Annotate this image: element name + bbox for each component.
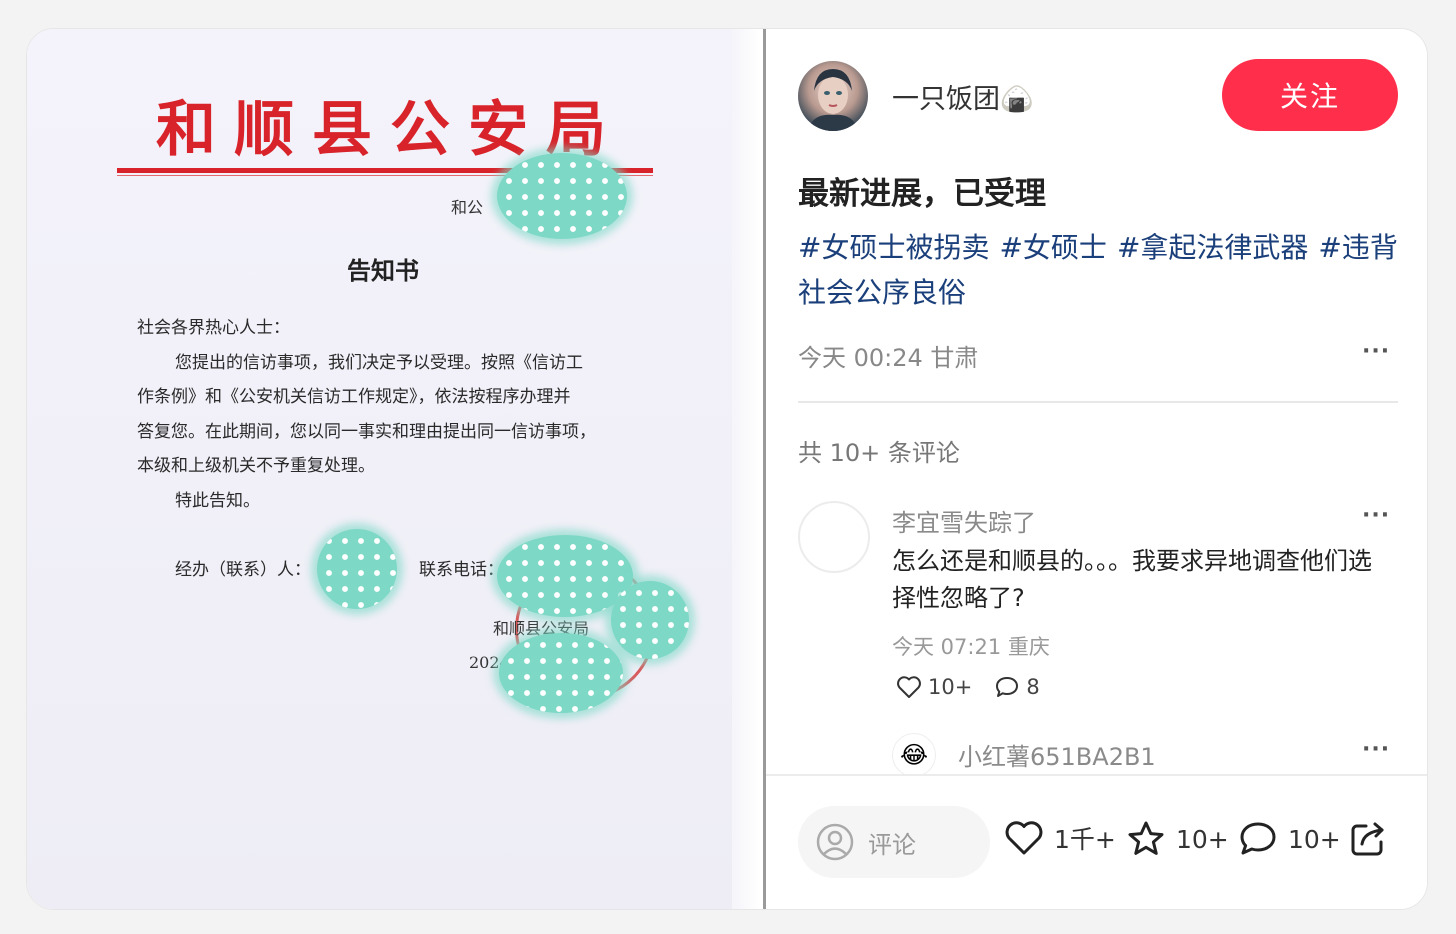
star-icon xyxy=(1128,821,1164,855)
reply-more-icon[interactable]: ··· xyxy=(1362,737,1390,762)
notice-document: 和顺县公安局 和公 告知书 社会各界热心人士： 您提出的信访事项，我们决定予以受… xyxy=(27,29,760,909)
hashtag-link[interactable]: #女硕士被拐卖 xyxy=(798,231,989,264)
comment-actions: 10+ 8 xyxy=(896,675,1062,699)
redaction-blot xyxy=(497,153,627,239)
comment-text: 怎么还是和顺县的。。。我要求异地调查他们选择性忽略了? xyxy=(892,547,1372,612)
redaction-blot xyxy=(499,633,623,713)
document-handler-label: 经办（联系）人： xyxy=(175,560,311,580)
favorite-button[interactable]: 10+ xyxy=(1126,820,1229,858)
document-edge xyxy=(732,29,760,909)
author-name[interactable]: 一只饭团🍙 xyxy=(892,77,1034,116)
document-salutation: 社会各界热心人士： xyxy=(137,318,290,338)
comment-meta: 今天 07:21 重庆 xyxy=(892,635,1050,659)
author-avatar[interactable] xyxy=(798,61,868,131)
chat-bubble-icon xyxy=(1240,822,1276,855)
comment-like-count: 10+ xyxy=(928,675,973,699)
reply-user-name[interactable]: 小红薯651BA2B1 xyxy=(958,737,1156,772)
commenter-avatar[interactable] xyxy=(798,501,870,573)
reply-avatar[interactable]: 😂 xyxy=(892,733,936,777)
favorite-count: 10+ xyxy=(1176,824,1229,854)
document-line: 本级和上级机关不予重复处理。 xyxy=(137,456,375,476)
heart-icon xyxy=(1005,821,1043,855)
post-detail-card: 和顺县公安局 和公 告知书 社会各界热心人士： 您提出的信访事项，我们决定予以受… xyxy=(26,28,1428,910)
comment-button[interactable]: 10+ xyxy=(1238,820,1341,858)
bottom-action-bar: 评论 1千+ 10+ 10+ xyxy=(766,776,1427,909)
post-details-panel: 一只饭团🍙 关注 最新进展，已受理 #女硕士被拐卖 #女硕士 #拿起法律武器 #违背社… xyxy=(766,29,1427,909)
hashtag-link[interactable]: #女硕士 xyxy=(999,231,1106,264)
document-heading: 告知书 xyxy=(347,256,419,285)
share-button[interactable] xyxy=(1348,820,1398,858)
commenter-name[interactable]: 李宜雪失踪了 xyxy=(892,503,1036,538)
post-more-icon[interactable]: ··· xyxy=(1362,339,1390,364)
comment-reply-count: 8 xyxy=(1026,675,1040,699)
comment-more-icon[interactable]: ··· xyxy=(1362,503,1390,528)
document-body: 社会各界热心人士： 您提出的信访事项，我们决定予以受理。按照《信访工 作条例》和… xyxy=(137,311,637,518)
post-title: 最新进展，已受理 xyxy=(798,176,1046,212)
redaction-blot xyxy=(611,581,689,659)
comment-count: 共 10+ 条评论 xyxy=(798,439,960,467)
hashtag-link[interactable]: #拿起法律武器 xyxy=(1117,231,1308,264)
like-button[interactable]: 1千+ xyxy=(1004,820,1116,856)
document-line: 作条例》和《公安机关信访工作规定》，依法按程序办理并 xyxy=(137,387,571,407)
document-line: 答复您。在此期间，您以同一事实和理由提出同一信访事项， xyxy=(137,421,596,442)
follow-button[interactable]: 关注 xyxy=(1222,59,1398,131)
document-line: 您提出的信访事项，我们决定予以受理。按照《信访工 xyxy=(175,352,583,373)
comment-reply-button[interactable]: 8 xyxy=(994,675,1040,699)
document-ref-number: 和公 xyxy=(451,198,484,217)
post-image[interactable]: 和顺县公安局 和公 告知书 社会各界热心人士： 您提出的信访事项，我们决定予以受… xyxy=(27,29,765,909)
document-phone-label: 联系电话： xyxy=(419,560,504,580)
redaction-blot xyxy=(317,529,397,609)
post-meta: 今天 00:24 甘肃 xyxy=(798,344,979,372)
comment-input[interactable]: 评论 xyxy=(798,806,990,878)
share-icon xyxy=(1351,822,1384,856)
chat-bubble-icon xyxy=(996,677,1019,697)
like-count: 1千+ xyxy=(1054,825,1116,854)
post-tags: #女硕士被拐卖 #女硕士 #拿起法律武器 #违背社会公序良俗 xyxy=(798,225,1398,315)
redaction-blot xyxy=(497,535,633,617)
document-closing: 特此告知。 xyxy=(175,490,260,511)
comment-like-button[interactable]: 10+ xyxy=(896,675,972,699)
divider xyxy=(798,401,1398,403)
heart-icon xyxy=(897,676,921,698)
user-icon xyxy=(816,823,854,861)
comment-input-placeholder: 评论 xyxy=(868,830,916,859)
comment-count-bottom: 10+ xyxy=(1288,824,1341,854)
